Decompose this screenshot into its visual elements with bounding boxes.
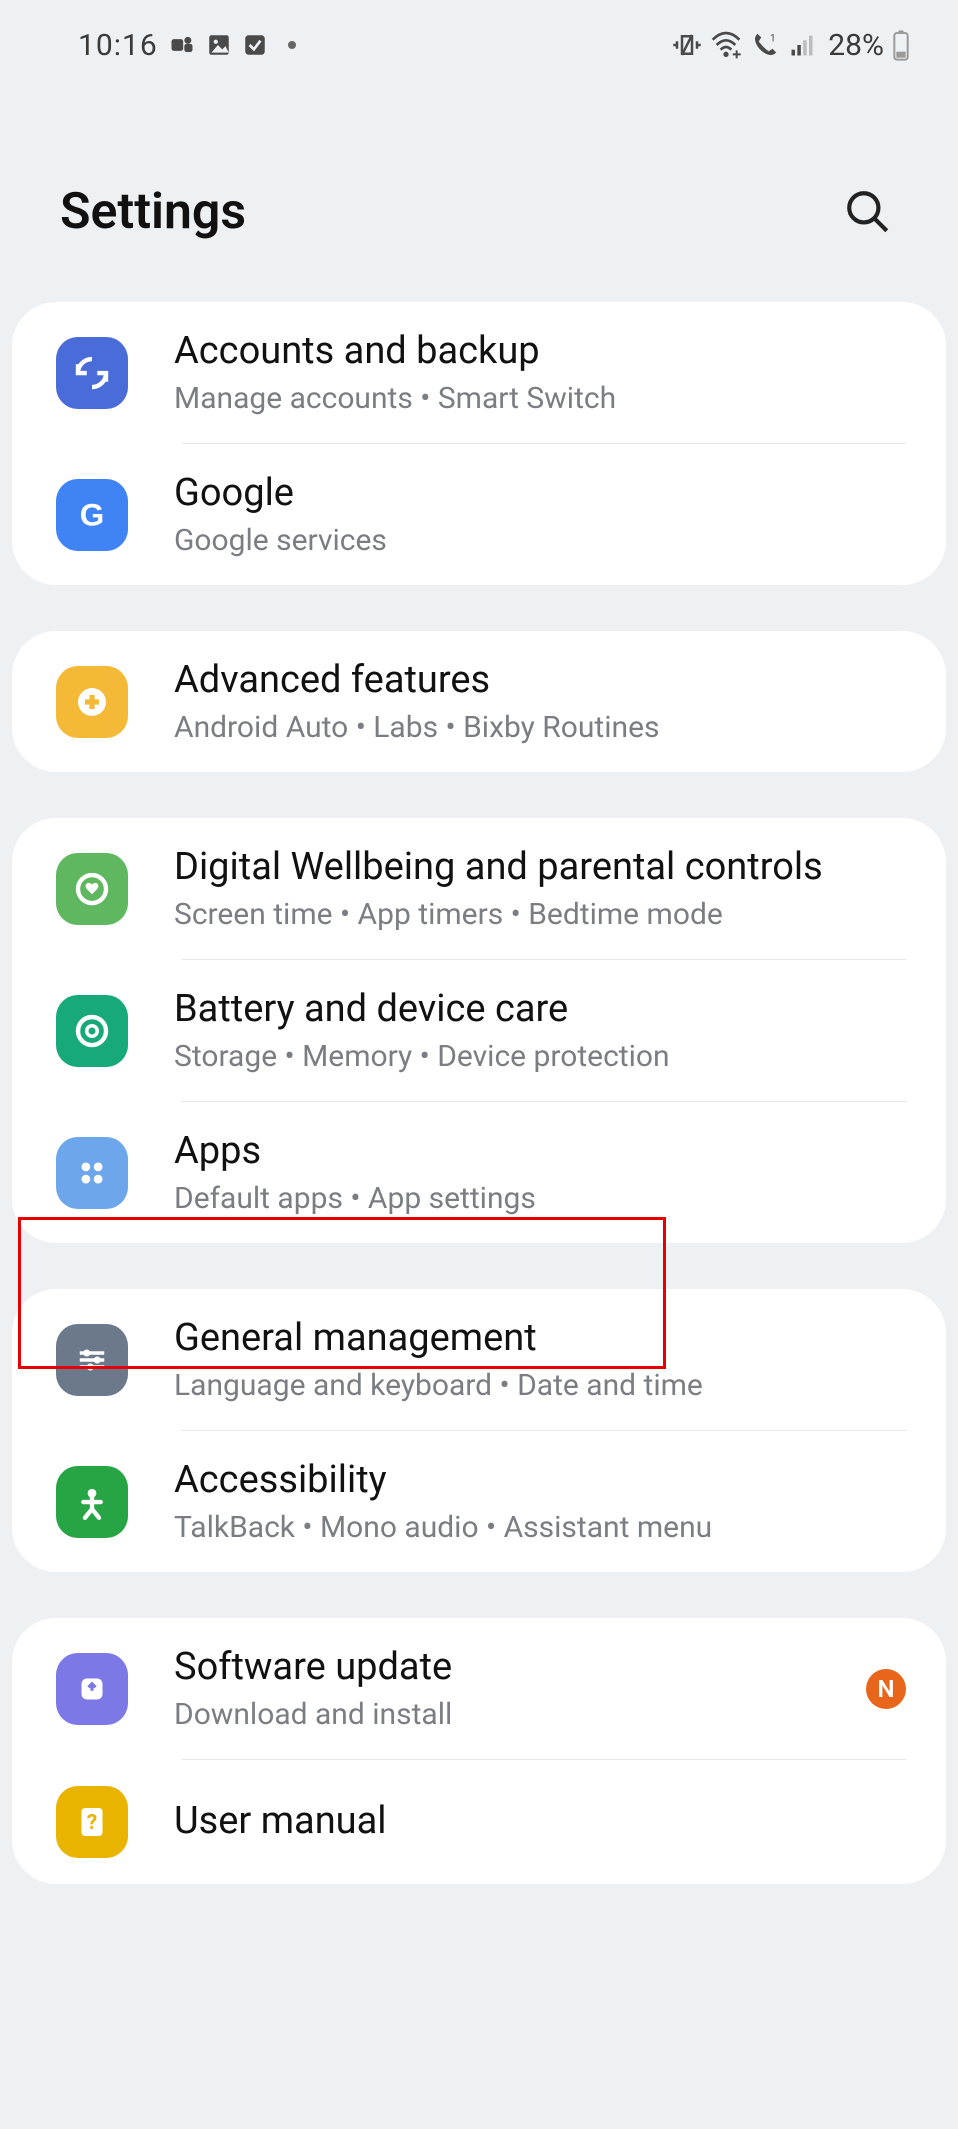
row-subtitle: Language and keyboard • Date and time bbox=[174, 1367, 906, 1405]
row-title: Advanced features bbox=[174, 657, 906, 705]
status-time: 10:16 bbox=[78, 28, 158, 63]
row-title: Software update bbox=[174, 1644, 866, 1692]
settings-row-digital-wellbeing[interactable]: Digital Wellbeing and parental controls S… bbox=[12, 818, 946, 959]
row-subtitle: Storage • Memory • Device protection bbox=[174, 1038, 906, 1076]
row-title: Google bbox=[174, 470, 906, 518]
page-title: Settings bbox=[60, 183, 246, 241]
row-text: User manual bbox=[174, 1798, 906, 1846]
row-subtitle: Screen time • App timers • Bedtime mode bbox=[174, 896, 906, 934]
settings-row-accessibility[interactable]: Accessibility TalkBack • Mono audio • Ass… bbox=[12, 1431, 946, 1572]
row-subtitle: Android Auto • Labs • Bixby Routines bbox=[174, 709, 906, 747]
row-title: Apps bbox=[174, 1128, 906, 1176]
image-icon bbox=[206, 32, 232, 58]
battery-care-icon bbox=[56, 995, 128, 1067]
row-text: Accounts and backup Manage accounts • Sma… bbox=[174, 328, 906, 417]
more-dot-icon bbox=[288, 41, 296, 49]
row-title: Digital Wellbeing and parental controls bbox=[174, 844, 906, 892]
settings-row-battery-care[interactable]: Battery and device care Storage • Memory … bbox=[12, 960, 946, 1101]
battery-icon bbox=[892, 29, 910, 61]
sliders-icon bbox=[56, 1324, 128, 1396]
row-text: Software update Download and install bbox=[174, 1644, 866, 1733]
volte-call-icon: 1 bbox=[750, 30, 780, 60]
row-title: General management bbox=[174, 1315, 906, 1363]
settings-row-accounts-backup[interactable]: Accounts and backup Manage accounts • Sma… bbox=[12, 302, 946, 443]
row-title: Battery and device care bbox=[174, 986, 906, 1034]
settings-row-advanced-features[interactable]: Advanced features Android Auto • Labs • B… bbox=[12, 631, 946, 772]
status-left: 10:16 bbox=[78, 28, 296, 63]
sync-icon bbox=[56, 337, 128, 409]
settings-group: Accounts and backup Manage accounts • Sma… bbox=[12, 302, 946, 585]
settings-header: Settings bbox=[0, 72, 958, 302]
notification-badge: N bbox=[866, 1669, 906, 1709]
plus-puzzle-icon bbox=[56, 666, 128, 738]
checkbox-icon bbox=[242, 32, 268, 58]
wifi-icon bbox=[710, 29, 742, 61]
settings-group: General management Language and keyboard … bbox=[12, 1289, 946, 1572]
row-text: Google Google services bbox=[174, 470, 906, 559]
settings-group: Software update Download and installN? Use… bbox=[12, 1618, 946, 1884]
row-text: Accessibility TalkBack • Mono audio • Ass… bbox=[174, 1457, 906, 1546]
row-text: Digital Wellbeing and parental controls S… bbox=[174, 844, 906, 933]
apps-icon bbox=[56, 1137, 128, 1209]
svg-text:G: G bbox=[80, 496, 105, 532]
row-text: Battery and device care Storage • Memory … bbox=[174, 986, 906, 1075]
status-bar: 10:16 1 28% bbox=[0, 0, 958, 72]
vibrate-off-icon bbox=[672, 30, 702, 60]
settings-row-general-management[interactable]: General management Language and keyboard … bbox=[12, 1289, 946, 1430]
settings-group: Digital Wellbeing and parental controls S… bbox=[12, 818, 946, 1243]
wellbeing-icon bbox=[56, 853, 128, 925]
settings-row-apps[interactable]: Apps Default apps • App settings bbox=[12, 1102, 946, 1243]
row-subtitle: Download and install bbox=[174, 1696, 866, 1734]
row-subtitle: Manage accounts • Smart Switch bbox=[174, 380, 906, 418]
row-text: General management Language and keyboard … bbox=[174, 1315, 906, 1404]
row-title: Accounts and backup bbox=[174, 328, 906, 376]
person-icon bbox=[56, 1466, 128, 1538]
row-subtitle: Default apps • App settings bbox=[174, 1180, 906, 1218]
teams-icon bbox=[168, 31, 196, 59]
row-subtitle: TalkBack • Mono audio • Assistant menu bbox=[174, 1509, 906, 1547]
row-text: Apps Default apps • App settings bbox=[174, 1128, 906, 1217]
signal-icon bbox=[788, 31, 816, 59]
search-icon bbox=[843, 187, 893, 237]
search-button[interactable] bbox=[838, 182, 898, 242]
row-text: Advanced features Android Auto • Labs • B… bbox=[174, 657, 906, 746]
svg-text:?: ? bbox=[87, 1811, 97, 1835]
row-title: User manual bbox=[174, 1798, 906, 1846]
settings-row-user-manual[interactable]: ? User manual bbox=[12, 1760, 946, 1884]
settings-row-software-update[interactable]: Software update Download and installN bbox=[12, 1618, 946, 1759]
google-icon: G bbox=[56, 479, 128, 551]
update-icon bbox=[56, 1653, 128, 1725]
row-subtitle: Google services bbox=[174, 522, 906, 560]
battery-percent: 28% bbox=[828, 28, 884, 63]
svg-text:1: 1 bbox=[770, 33, 776, 44]
settings-row-google[interactable]: G Google Google services bbox=[12, 444, 946, 585]
settings-group: Advanced features Android Auto • Labs • B… bbox=[12, 631, 946, 772]
row-title: Accessibility bbox=[174, 1457, 906, 1505]
status-right: 1 28% bbox=[672, 28, 910, 63]
manual-icon: ? bbox=[56, 1786, 128, 1858]
